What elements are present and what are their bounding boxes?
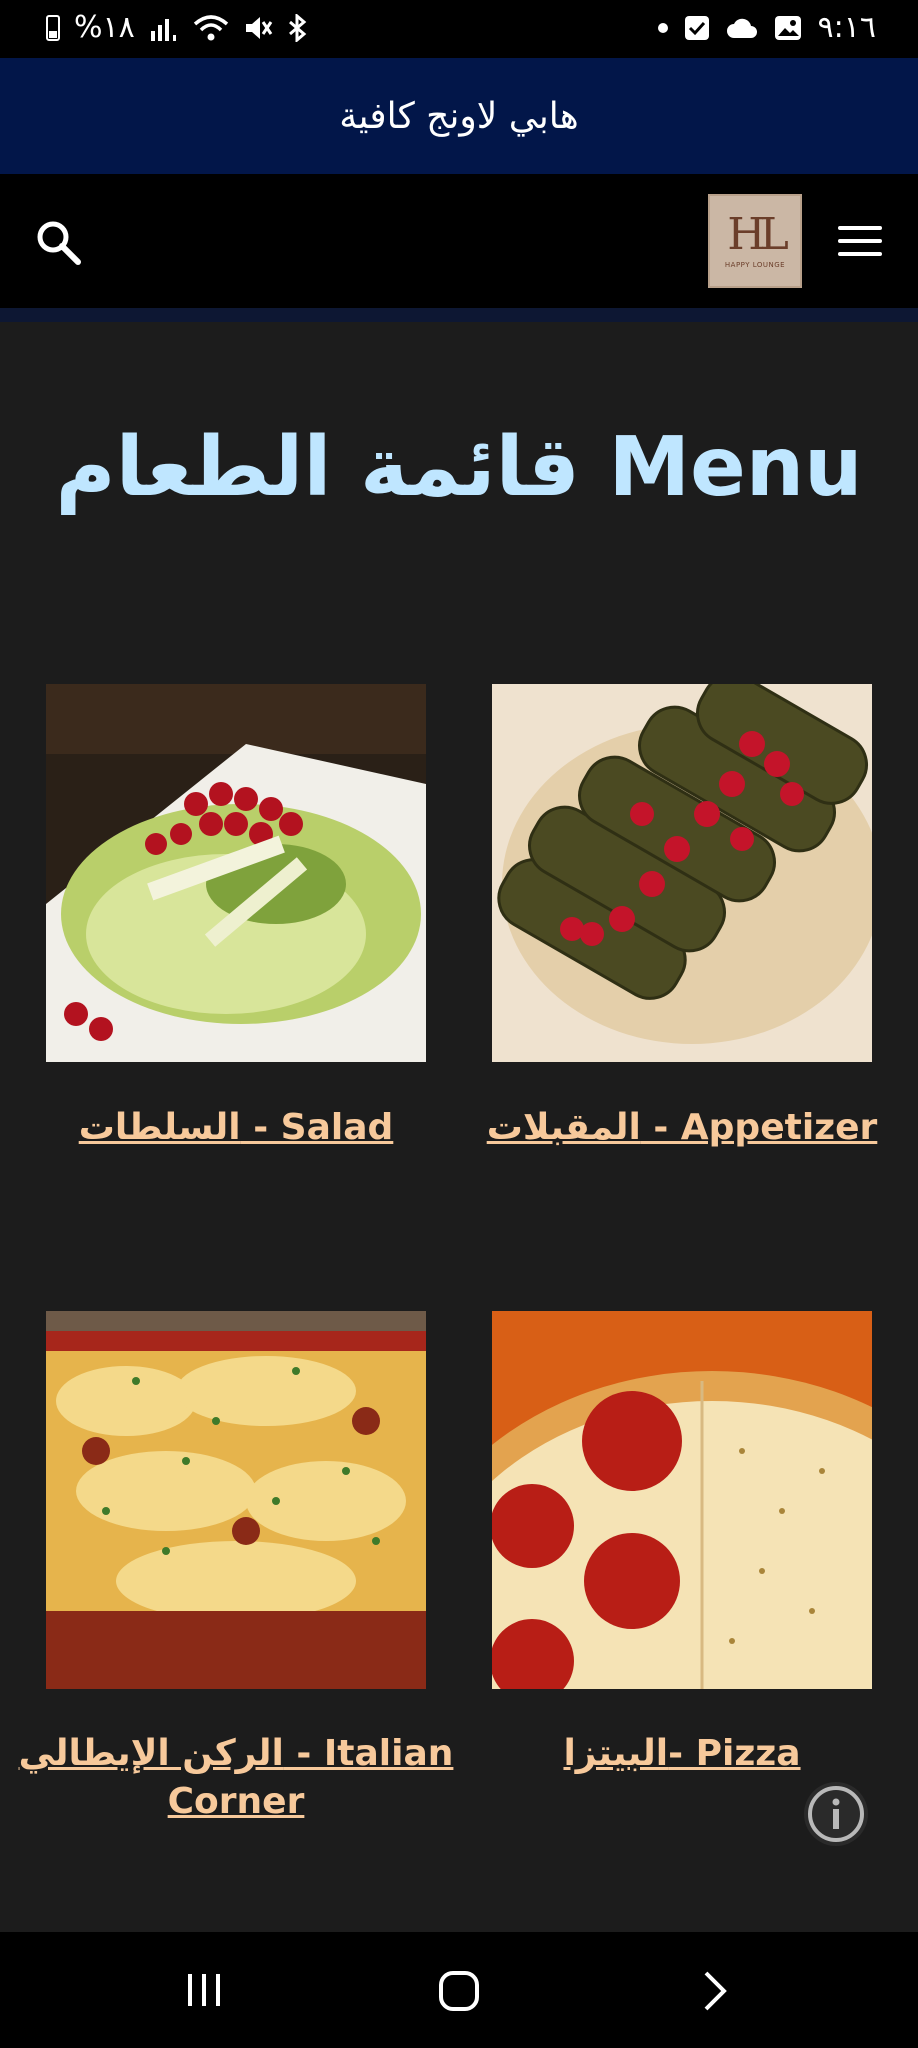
mute-icon	[245, 16, 272, 39]
top-banner: هابي لاونج كافية	[0, 58, 918, 174]
checkbox-notification-icon	[684, 15, 709, 40]
page-title: قائمة الطعام Menu	[55, 420, 863, 515]
back-icon[interactable]	[700, 1970, 730, 2012]
appetizer-image[interactable]	[492, 684, 872, 1062]
recent-apps-icon[interactable]	[184, 1972, 224, 2008]
wifi-icon	[193, 14, 228, 40]
signal-icon	[150, 18, 176, 41]
category-link-salad[interactable]: السلطات - Salad	[16, 1104, 456, 1152]
banner-title: هابي لاونج كافية	[339, 95, 579, 137]
logo-monogram: HL	[727, 209, 789, 260]
category-link-italian-corner[interactable]: الركن الإيطالي - Italian Corner	[16, 1730, 456, 1826]
status-left: %١٨	[46, 10, 309, 45]
notification-dot-icon	[657, 22, 668, 33]
category-link-pizza[interactable]: البيتزا- Pizza	[462, 1730, 902, 1778]
site-header: HL HAPPY LOUNGE	[0, 174, 918, 308]
hamburger-menu-icon[interactable]	[838, 226, 882, 258]
home-icon[interactable]	[438, 1970, 480, 2012]
logo-subtext: HAPPY LOUNGE	[724, 261, 786, 269]
image-notification-icon	[774, 15, 801, 40]
info-icon	[808, 1786, 864, 1842]
bluetooth-icon	[288, 13, 307, 42]
category-link-appetizer[interactable]: المقبلات - Appetizer	[462, 1104, 902, 1152]
clock: ٩:١٦	[817, 10, 876, 45]
battery-icon	[46, 14, 60, 41]
pizza-image[interactable]	[492, 1311, 872, 1689]
header-divider	[0, 308, 918, 322]
status-right: ٩:١٦	[657, 10, 876, 45]
site-logo[interactable]: HL HAPPY LOUNGE	[708, 194, 802, 288]
info-button[interactable]	[804, 1782, 868, 1846]
battery-percent: %١٨	[74, 10, 135, 45]
system-navigation-bar	[0, 1932, 918, 2048]
italian-corner-image[interactable]	[46, 1311, 426, 1689]
search-icon[interactable]	[34, 218, 82, 266]
salad-image[interactable]	[46, 684, 426, 1062]
cloud-icon	[726, 18, 757, 38]
status-bar: %١٨ ٩:١٦	[0, 0, 918, 58]
